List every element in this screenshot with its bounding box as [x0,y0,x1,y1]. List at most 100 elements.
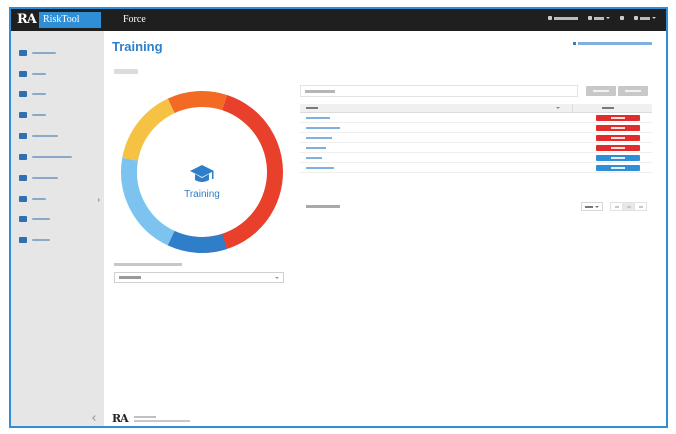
status-badge [596,165,640,171]
sidebar-item-3[interactable] [19,89,46,99]
donut-center-label: Training [184,189,220,200]
toolbar-button-1[interactable] [586,86,616,96]
top-item-admin-label [594,16,604,20]
column-header-name[interactable] [306,107,318,109]
sort-icon[interactable] [556,107,560,109]
top-item-settings[interactable] [620,16,624,20]
donut-segment[interactable] [167,230,228,253]
row-name[interactable] [306,157,322,159]
sidebar-item-10[interactable] [19,235,50,245]
status-badge [596,155,640,161]
page-size-select[interactable] [581,202,603,211]
sidebar-item-label [32,114,46,116]
top-item-support[interactable] [548,16,578,20]
gear-icon [620,16,624,20]
sidebar-item-label [32,218,50,220]
graduation-cap-icon [190,165,214,182]
column-divider [572,104,573,113]
chevron-down-icon [275,277,279,279]
brand-logo: RA [17,12,37,27]
list-icon [19,112,27,118]
sidebar-item-label [32,52,56,54]
row-name[interactable] [306,127,340,129]
sidebar-item-label [32,73,46,75]
table-row[interactable] [300,134,652,143]
document-icon [19,175,27,181]
sidebar-item-dashboard[interactable] [19,48,56,58]
table-row[interactable] [300,144,652,153]
sidebar-item-8[interactable] [19,194,46,204]
sidebar-item-label [32,135,58,137]
pagination [610,202,647,211]
sidebar-item-2[interactable] [19,69,46,79]
filter-label [114,263,182,266]
check-icon [19,71,27,77]
footer-text [134,420,190,422]
column-header-status[interactable] [602,107,614,109]
sidebar-item-label [32,93,46,95]
filter-select[interactable] [114,272,284,283]
table-row[interactable] [300,124,652,133]
status-badge [596,125,640,131]
top-item-user-label [640,16,650,20]
chart-icon [19,216,27,222]
chevron-down-icon [652,17,656,19]
user-icon [634,16,638,20]
footer-text [134,416,156,418]
top-item-admin[interactable] [588,16,610,20]
status-badge [596,115,640,121]
sidebar [11,31,104,426]
donut-segment[interactable] [204,94,283,253]
top-navbar: RA RiskTool Force [11,9,666,31]
sidebar-item-5[interactable] [19,131,58,141]
arrow-icon [573,42,576,45]
tenant-name[interactable]: Force [123,13,146,27]
top-menu [548,16,656,20]
product-name[interactable]: RiskTool [39,12,101,28]
table-row[interactable] [300,154,652,163]
row-name[interactable] [306,167,334,169]
collapse-sidebar-icon[interactable] [92,415,98,421]
person-icon [548,16,552,20]
page-title: Training [112,39,163,54]
sidebar-item-7[interactable] [19,173,58,183]
status-badge [596,135,640,141]
sidebar-item-9[interactable] [19,214,50,224]
toolbar-button-2[interactable] [618,86,648,96]
pagination-next[interactable] [634,202,647,211]
table-row[interactable] [300,164,652,173]
truck-icon [19,237,27,243]
table-info [306,205,340,208]
row-name[interactable] [306,117,330,119]
search-placeholder [305,90,335,93]
sidebar-item-6[interactable] [19,152,72,162]
row-name[interactable] [306,137,332,139]
page-subtitle [114,69,138,74]
status-badge [596,145,640,151]
team-icon [19,133,27,139]
search-input[interactable] [300,85,578,97]
training-administration-link-label [578,42,652,45]
training-administration-link[interactable] [573,42,652,45]
top-item-support-label [554,16,578,20]
chevron-down-icon [606,17,610,19]
folder-icon [19,91,27,97]
chevron-right-icon[interactable] [98,198,100,202]
donut-segment[interactable] [167,91,228,114]
donut-segment[interactable] [122,98,175,162]
app-window: RA RiskTool Force Training Training RA [9,7,668,428]
building-icon [588,16,592,20]
sidebar-item-label [32,156,72,158]
page-size-value [585,206,593,208]
top-item-user[interactable] [634,16,656,20]
footer-logo: RA [112,412,129,425]
table-header [300,104,652,113]
table-row[interactable] [300,114,652,123]
sidebar-item-label [32,177,58,179]
sidebar-item-label [32,198,46,200]
filter-select-value [119,276,141,279]
sidebar-item-4[interactable] [19,110,46,120]
chevron-down-icon [595,206,599,208]
sidebar-item-label [32,239,50,241]
row-name[interactable] [306,147,326,149]
